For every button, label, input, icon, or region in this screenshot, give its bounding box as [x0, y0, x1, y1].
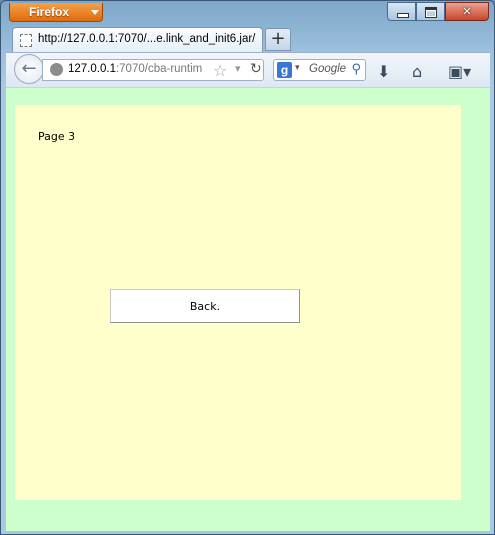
close-icon: ✕ — [462, 5, 472, 18]
chevron-down-icon — [91, 10, 99, 15]
firefox-menu-button[interactable]: Firefox — [9, 3, 103, 22]
bookmark-star-icon[interactable]: ☆ — [213, 61, 227, 80]
search-placeholder: Google — [309, 63, 347, 75]
page-content: Page 3 Back. — [6, 87, 490, 531]
search-engine-dropdown-icon[interactable]: ▾ — [295, 63, 300, 73]
new-tab-button[interactable]: + — [265, 28, 291, 51]
back-button[interactable]: ← — [14, 54, 44, 84]
downloads-icon[interactable]: ⬇ — [377, 62, 390, 81]
globe-icon — [50, 63, 63, 76]
history-dropdown-icon[interactable]: ▾ — [235, 62, 241, 75]
close-window-button[interactable]: ✕ — [445, 2, 489, 21]
back-button-page[interactable]: Back. — [110, 289, 300, 323]
search-icon[interactable]: ⚲ — [351, 62, 361, 77]
home-icon[interactable]: ⌂ — [412, 62, 422, 81]
page-favicon-icon — [20, 34, 32, 47]
browser-window: Firefox ✕ http://127.0.0.1:7070/...e.lin… — [0, 0, 495, 535]
maximize-button[interactable] — [416, 2, 445, 21]
url-path: :7070/cba-runtim — [115, 63, 203, 75]
page-panel: Page 3 Back. — [15, 105, 461, 500]
minimize-icon — [397, 13, 409, 18]
plus-icon: + — [270, 28, 286, 49]
window-controls: ✕ — [387, 2, 489, 21]
page-label: Page 3 — [38, 130, 76, 143]
minimize-button[interactable] — [387, 2, 416, 21]
search-box[interactable]: g ▾ Google ⚲ — [273, 59, 366, 81]
url-host: 127.0.0.1 — [68, 63, 116, 75]
bookmarks-menu-icon[interactable]: ▣▾ — [448, 62, 471, 81]
url-bar[interactable]: 127.0.0.1:7070/cba-runtim ☆ ▾ ↻ — [42, 59, 264, 81]
search-engine-icon[interactable]: g — [277, 62, 292, 78]
maximize-icon — [425, 7, 437, 18]
reload-icon[interactable]: ↻ — [250, 61, 262, 77]
browser-tab[interactable]: http://127.0.0.1:7070/...e.link_and_init… — [12, 27, 263, 53]
url-text: 127.0.0.1:7070/cba-runtim — [68, 63, 202, 75]
navigation-toolbar: ← 127.0.0.1:7070/cba-runtim ☆ ▾ ↻ g ▾ Go… — [6, 52, 490, 87]
firefox-menu-label: Firefox — [29, 5, 70, 19]
tab-title: http://127.0.0.1:7070/...e.link_and_init… — [38, 33, 256, 45]
back-arrow-icon: ← — [21, 58, 37, 79]
